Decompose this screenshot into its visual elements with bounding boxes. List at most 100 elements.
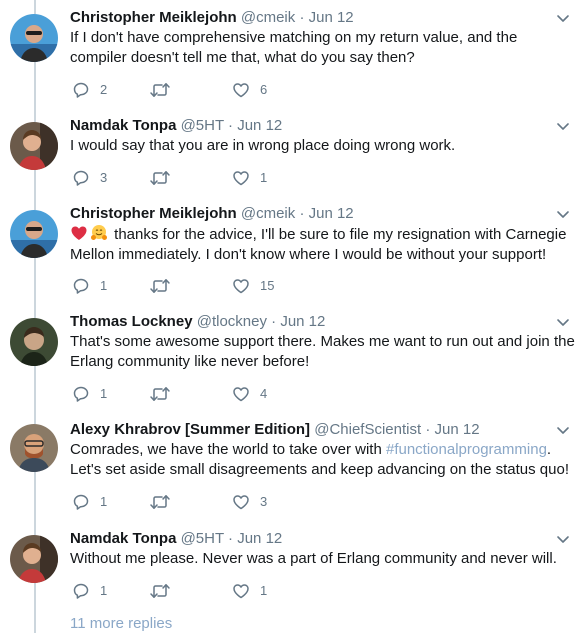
retweet-icon bbox=[149, 582, 171, 600]
like-count: 3 bbox=[260, 494, 268, 509]
reply-button[interactable]: 1 bbox=[72, 582, 107, 600]
separator: · bbox=[425, 421, 431, 438]
reply-button[interactable]: 1 bbox=[72, 385, 107, 403]
author-handle[interactable]: @5HT bbox=[181, 117, 224, 134]
avatar[interactable] bbox=[10, 122, 58, 170]
reply-icon bbox=[72, 582, 90, 600]
reply-count: 1 bbox=[100, 386, 108, 401]
retweet-icon bbox=[149, 385, 171, 403]
chevron-down-icon[interactable] bbox=[555, 206, 571, 222]
hashtag-link[interactable]: #functionalprogramming bbox=[386, 441, 547, 458]
author-handle[interactable]: @ChiefScientist bbox=[314, 421, 421, 438]
tweet-text: thanks for the advice, I'll be sure to f… bbox=[70, 224, 575, 265]
retweet-icon bbox=[149, 169, 171, 187]
author-name[interactable]: Christopher Meiklejohn bbox=[70, 205, 237, 222]
retweet-icon bbox=[149, 493, 171, 511]
separator: · bbox=[271, 313, 277, 330]
tweet-text-before: Comrades, we have the world to take over… bbox=[70, 441, 386, 458]
retweet-button[interactable] bbox=[149, 493, 171, 511]
tweet-actions: 1 3 bbox=[72, 493, 332, 511]
reply-count: 2 bbox=[100, 82, 108, 97]
tweet-text-content: thanks for the advice, I'll be sure to f… bbox=[70, 226, 567, 263]
author-name[interactable]: Thomas Lockney bbox=[70, 313, 193, 330]
like-count: 1 bbox=[260, 170, 268, 185]
heart-icon bbox=[232, 385, 250, 403]
like-button[interactable]: 15 bbox=[232, 277, 274, 295]
tweet-actions: 1 4 bbox=[72, 385, 332, 403]
author-handle[interactable]: @tlockney bbox=[197, 313, 267, 330]
reply-icon bbox=[72, 81, 90, 99]
like-count: 1 bbox=[260, 583, 268, 598]
reply-button[interactable]: 1 bbox=[72, 277, 107, 295]
like-count: 4 bbox=[260, 386, 268, 401]
heart-icon bbox=[232, 582, 250, 600]
author-name[interactable]: Namdak Tonpa bbox=[70, 530, 176, 547]
more-replies-link[interactable]: 11 more replies bbox=[70, 614, 172, 634]
tweet-text: Comrades, we have the world to take over… bbox=[70, 440, 575, 480]
avatar[interactable] bbox=[10, 14, 58, 62]
avatar[interactable] bbox=[10, 318, 58, 366]
separator: · bbox=[299, 205, 305, 222]
timestamp[interactable]: Jun 12 bbox=[237, 530, 282, 547]
author-handle[interactable]: @cmeik bbox=[241, 9, 295, 26]
chevron-down-icon[interactable] bbox=[555, 531, 571, 547]
chevron-down-icon[interactable] bbox=[555, 10, 571, 26]
tweet-header: Christopher Meiklejohn @cmeik · Jun 12 bbox=[70, 204, 354, 224]
chevron-down-icon[interactable] bbox=[555, 314, 571, 330]
like-button[interactable]: 1 bbox=[232, 582, 267, 600]
author-name[interactable]: Alexy Khrabrov [Summer Edition] bbox=[70, 421, 310, 438]
tweet-actions: 1 15 bbox=[72, 277, 332, 295]
reply-icon bbox=[72, 493, 90, 511]
reply-icon bbox=[72, 277, 90, 295]
tweet-actions: 2 6 bbox=[72, 81, 332, 99]
chevron-down-icon[interactable] bbox=[555, 422, 571, 438]
reply-count: 1 bbox=[100, 494, 108, 509]
like-button[interactable]: 3 bbox=[232, 493, 267, 511]
like-button[interactable]: 1 bbox=[232, 169, 267, 187]
timestamp[interactable]: Jun 12 bbox=[435, 421, 480, 438]
reply-icon bbox=[72, 385, 90, 403]
tweet-text: That's some awesome support there. Makes… bbox=[70, 333, 575, 370]
chevron-down-icon[interactable] bbox=[555, 118, 571, 134]
retweet-icon bbox=[149, 277, 171, 295]
heart-icon bbox=[232, 277, 250, 295]
tweet-header: Alexy Khrabrov [Summer Edition] @ChiefSc… bbox=[70, 420, 480, 440]
tweet-text: If I don't have comprehensive matching o… bbox=[70, 29, 518, 66]
avatar[interactable] bbox=[10, 535, 58, 583]
like-count: 15 bbox=[260, 278, 275, 293]
retweet-icon bbox=[149, 81, 171, 99]
separator: · bbox=[299, 9, 305, 26]
separator: · bbox=[228, 530, 234, 547]
retweet-button[interactable] bbox=[149, 169, 171, 187]
reply-button[interactable]: 1 bbox=[72, 493, 107, 511]
tweet-header: Namdak Tonpa @5HT · Jun 12 bbox=[70, 116, 282, 136]
heart-icon bbox=[232, 169, 250, 187]
reply-count: 1 bbox=[100, 278, 108, 293]
tweet-text: Without me please. Never was a part of E… bbox=[70, 550, 557, 567]
like-button[interactable]: 4 bbox=[232, 385, 267, 403]
avatar[interactable] bbox=[10, 424, 58, 472]
separator: · bbox=[228, 117, 234, 134]
timestamp[interactable]: Jun 12 bbox=[237, 117, 282, 134]
retweet-button[interactable] bbox=[149, 385, 171, 403]
retweet-button[interactable] bbox=[149, 277, 171, 295]
reply-button[interactable]: 2 bbox=[72, 81, 107, 99]
reply-count: 3 bbox=[100, 170, 108, 185]
author-handle[interactable]: @cmeik bbox=[241, 205, 295, 222]
reply-icon bbox=[72, 169, 90, 187]
timestamp[interactable]: Jun 12 bbox=[309, 205, 354, 222]
heart-icon bbox=[232, 493, 250, 511]
avatar[interactable] bbox=[10, 210, 58, 258]
hugging-face-emoji bbox=[91, 225, 107, 240]
timestamp[interactable]: Jun 12 bbox=[309, 9, 354, 26]
retweet-button[interactable] bbox=[149, 81, 171, 99]
author-name[interactable]: Namdak Tonpa bbox=[70, 117, 176, 134]
author-name[interactable]: Christopher Meiklejohn bbox=[70, 9, 237, 26]
like-button[interactable]: 6 bbox=[232, 81, 267, 99]
reply-count: 1 bbox=[100, 583, 108, 598]
author-handle[interactable]: @5HT bbox=[181, 530, 224, 547]
heart-icon bbox=[232, 81, 250, 99]
timestamp[interactable]: Jun 12 bbox=[280, 313, 325, 330]
retweet-button[interactable] bbox=[149, 582, 171, 600]
reply-button[interactable]: 3 bbox=[72, 169, 107, 187]
